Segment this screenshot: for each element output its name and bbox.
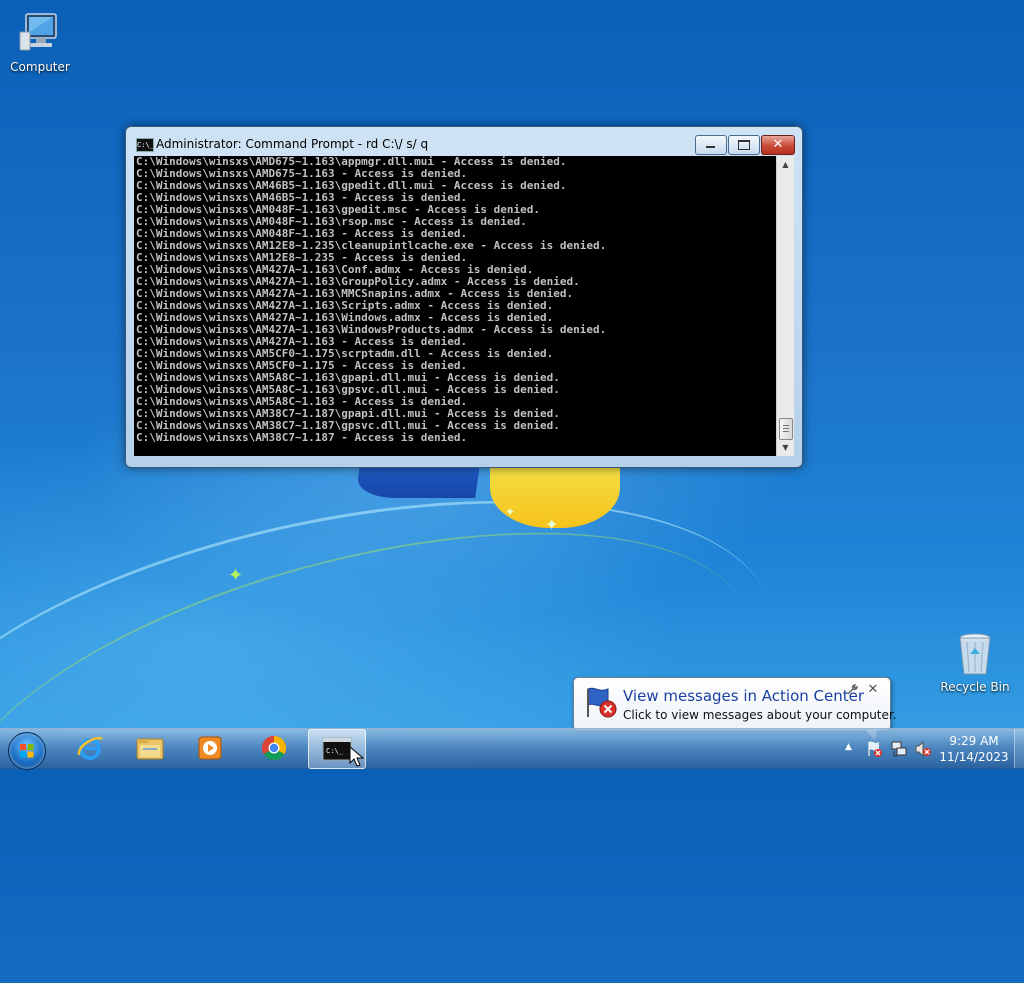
wallpaper-sparkle: ✦: [228, 565, 244, 586]
maximize-icon: [738, 140, 750, 150]
windows-explorer-icon: [135, 735, 165, 761]
desktop-icon-label: Recycle Bin: [940, 680, 1010, 694]
recycle-bin-icon: [951, 630, 999, 678]
clock-date: 11/14/2023: [939, 750, 1009, 764]
window-title: Administrator: Command Prompt - rd C:\/ …: [156, 137, 429, 151]
show-hidden-icons-button[interactable]: ▲: [845, 742, 852, 752]
close-icon: ✕: [772, 137, 784, 152]
minimize-icon: [706, 146, 715, 148]
computer-icon: [16, 10, 64, 58]
console-lines: C:\Windows\winsxs\AMD675~1.163\appmgr.dl…: [136, 156, 606, 444]
start-button[interactable]: [8, 732, 46, 770]
balloon-title[interactable]: View messages in Action Center: [623, 687, 864, 705]
minimize-button[interactable]: [695, 135, 727, 155]
desktop-icon-computer[interactable]: Computer: [2, 10, 78, 74]
taskbar-app-chrome[interactable]: [246, 729, 302, 767]
command-prompt-icon: C:\_: [136, 138, 154, 152]
console-output[interactable]: C:\Windows\winsxs\AMD675~1.163\appmgr.dl…: [134, 156, 776, 456]
internet-explorer-icon: [75, 735, 105, 761]
taskbar-app-media-player[interactable]: [182, 729, 238, 767]
chrome-icon: [259, 735, 289, 761]
command-prompt-window[interactable]: C:\_ Administrator: Command Prompt - rd …: [125, 126, 803, 468]
desktop-icon-label: Computer: [10, 60, 70, 74]
wallpaper-sparkle: ✦: [505, 505, 516, 519]
system-clock[interactable]: 9:29 AM 11/14/2023: [938, 733, 1010, 765]
command-prompt-icon: C:\_: [322, 736, 352, 762]
maximize-button[interactable]: [728, 135, 760, 155]
windows-logo-icon: [20, 743, 34, 758]
wrench-icon: [846, 684, 860, 698]
action-center-balloon[interactable]: View messages in Action Center Click to …: [573, 677, 897, 741]
volume-muted-icon[interactable]: [914, 740, 932, 758]
action-center-flag-icon: [584, 685, 618, 719]
show-desktop-button[interactable]: [1014, 729, 1024, 768]
wallpaper-sparkle: ✦: [545, 515, 559, 534]
close-button[interactable]: ✕: [761, 135, 795, 155]
action-center-tray-icon[interactable]: [866, 740, 884, 758]
clock-time: 9:29 AM: [949, 734, 999, 748]
balloon-close-button[interactable]: ✕: [866, 683, 880, 697]
media-player-icon: [195, 735, 225, 761]
window-titlebar[interactable]: C:\_ Administrator: Command Prompt - rd …: [126, 127, 802, 155]
network-icon[interactable]: [890, 740, 908, 758]
taskbar-app-windows-explorer[interactable]: [122, 729, 178, 767]
scroll-down-arrow-icon[interactable]: ▼: [777, 439, 794, 456]
balloon-body[interactable]: Click to view messages about your comput…: [623, 708, 897, 722]
vertical-scrollbar[interactable]: ▲ ▼: [776, 156, 794, 456]
svg-text:C:\_: C:\_: [326, 747, 344, 755]
desktop-icon-recycle-bin[interactable]: Recycle Bin: [937, 630, 1013, 694]
taskbar-app-internet-explorer[interactable]: [62, 729, 118, 767]
console-line: C:\Windows\winsxs\AM38C7~1.187 - Access …: [136, 431, 468, 444]
scroll-up-arrow-icon[interactable]: ▲: [777, 156, 794, 173]
scroll-thumb[interactable]: [779, 418, 793, 440]
